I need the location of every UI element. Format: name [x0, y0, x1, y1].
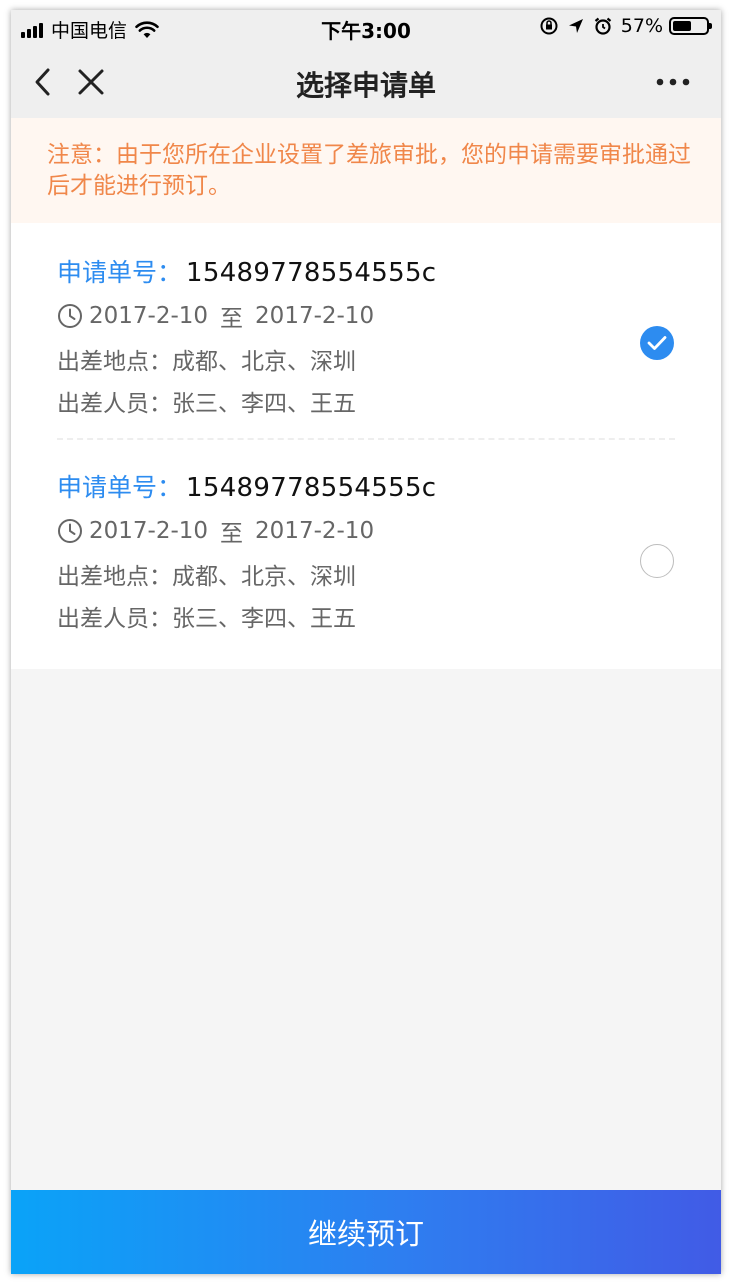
date-to: 2017-2-10	[255, 518, 375, 544]
phone-screen: 中国电信 下午3:00 57% 选择申请单 注意：由于您所在企业设置了差旅审批，…	[11, 10, 721, 1274]
alarm-icon	[593, 16, 613, 36]
orientation-lock-icon	[539, 16, 559, 36]
date-separator: 至	[220, 306, 244, 332]
list-item[interactable]: 申请单号： 15489778554555c 2017-2-10 至 2017-2-…	[11, 438, 721, 653]
trip-travelers: 出差人员：张三、李四、王五	[57, 391, 356, 417]
date-separator: 至	[220, 521, 244, 547]
clock-icon	[57, 303, 83, 329]
check-icon	[647, 336, 667, 350]
radio-selected[interactable]	[640, 326, 674, 360]
radio-unselected[interactable]	[640, 544, 674, 578]
request-number-row: 申请单号： 15489778554555c	[57, 468, 436, 504]
page-title: 选择申请单	[295, 69, 436, 102]
battery-icon	[669, 17, 712, 35]
status-bar: 中国电信 下午3:00 57%	[11, 10, 721, 46]
continue-booking-button[interactable]: 继续预订	[11, 1190, 721, 1274]
nav-bar: 选择申请单	[11, 46, 721, 118]
more-icon[interactable]	[653, 64, 693, 100]
date-row: 2017-2-10 至 2017-2-10	[57, 514, 374, 548]
trip-travelers: 出差人员：张三、李四、王五	[57, 606, 356, 632]
date-row: 2017-2-10 至 2017-2-10	[57, 299, 374, 333]
battery-fill	[673, 21, 691, 31]
battery-percent: 57%	[620, 15, 663, 37]
clock-icon	[57, 518, 83, 544]
status-right: 57%	[531, 15, 712, 37]
date-from: 2017-2-10	[89, 303, 209, 329]
request-number-label: 申请单号：	[57, 258, 183, 287]
location-icon	[567, 17, 585, 35]
request-number: 15489778554555c	[186, 473, 437, 503]
trip-location: 出差地点：成都、北京、深圳	[57, 349, 356, 375]
request-number-label: 申请单号：	[57, 473, 183, 502]
date-to: 2017-2-10	[255, 303, 375, 329]
request-list: 申请单号： 15489778554555c 2017-2-10 至 2017-2-…	[11, 223, 721, 669]
request-number-row: 申请单号： 15489778554555c	[57, 253, 436, 289]
request-number: 15489778554555c	[186, 258, 437, 288]
approval-notice: 注意：由于您所在企业设置了差旅审批，您的申请需要审批通过后才能进行预订。	[11, 118, 721, 223]
trip-location: 出差地点：成都、北京、深圳	[57, 564, 356, 590]
date-from: 2017-2-10	[89, 518, 209, 544]
list-item[interactable]: 申请单号： 15489778554555c 2017-2-10 至 2017-2-…	[11, 223, 721, 438]
